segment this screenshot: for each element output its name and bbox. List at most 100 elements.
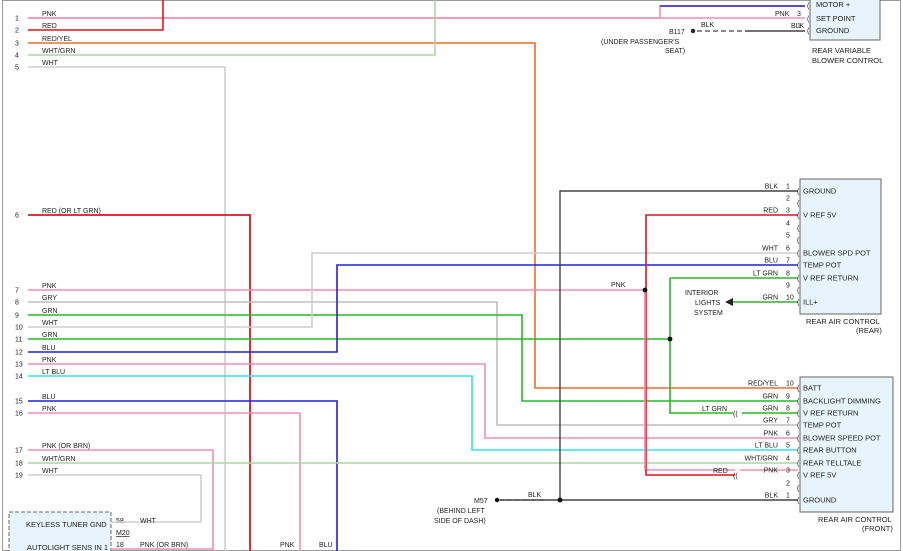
left-pin-number: 13 — [15, 362, 23, 369]
left-pin-number: 18 — [15, 461, 23, 468]
front-pin-number: 3 — [786, 468, 790, 475]
left-wire-label: WHT — [42, 468, 59, 475]
blower-control: MOTOR + SET POINT GROUND PNK 3 BLK 1 ( (… — [697, 0, 883, 65]
front-pin-name: REAR TELLTALE — [803, 459, 861, 468]
ground-m57-id: M57 — [474, 498, 488, 505]
rear-pin-number: 2 — [786, 196, 790, 203]
rear-pin-number: 10 — [786, 295, 794, 302]
rear-pin-number: 7 — [786, 258, 790, 265]
rear-pin-name: V REF RETURN — [803, 274, 858, 283]
interior-lights-1: INTERIOR — [685, 290, 718, 297]
front-pin-number: 9 — [786, 394, 790, 401]
front-pin-number: 4 — [786, 456, 790, 463]
left-wire-label: GRN — [42, 308, 58, 315]
rear-pin-number: 8 — [786, 271, 790, 278]
front-pin-number: 6 — [786, 431, 790, 438]
wire-wht-grn-4 — [28, 0, 436, 56]
blower-pin3-wire: PNK — [775, 11, 790, 18]
front-pin-wire: GRN — [762, 406, 778, 413]
left-pin-number: 17 — [15, 448, 23, 455]
interior-lights-3: SYSTEM — [694, 310, 723, 317]
rear-ac-front-caption-2: (FRONT) — [862, 524, 893, 533]
keyless-autolight-label: AUTOLIGHT SENS IN 1 — [27, 543, 108, 551]
left-pin-number: 16 — [15, 411, 23, 418]
blower-caption-2: BLOWER CONTROL — [812, 56, 883, 65]
front-pin-name: TEMP POT — [803, 421, 842, 430]
rear-pin-number: 6 — [786, 246, 790, 253]
front-pin-name: V REF 5V — [803, 471, 836, 480]
keyless-title: KEYLESS TUNER GND — [26, 520, 107, 529]
front-pin-name: BLOWER SPEED POT — [803, 434, 881, 443]
rear-pin-number: 1 — [786, 184, 790, 191]
rear-pin-number: 3 — [786, 208, 790, 215]
ground-b117-note-2: SEAT) — [665, 48, 685, 55]
splice-pnk-label: PNK — [611, 282, 626, 289]
rear-pin-wire: BLU — [764, 258, 778, 265]
rear-pin-name: GROUND — [803, 187, 837, 196]
interior-lights-arrow — [725, 298, 733, 306]
blower-pin3-num: 3 — [797, 11, 801, 18]
keyless-pin18: 18 — [116, 542, 124, 549]
ground-b117-note-1: (UNDER PASSENGER'S — [601, 39, 680, 46]
left-wire-label: GRN — [42, 332, 58, 339]
front-pin-wire: RED/YEL — [748, 381, 778, 388]
left-pin-number: 15 — [15, 399, 23, 406]
blower-motor-label: MOTOR + — [816, 0, 851, 9]
left-pin-number: 3 — [15, 41, 19, 48]
interior-lights-2: LIGHTS — [695, 300, 721, 307]
front-pin-number: 7 — [786, 418, 790, 425]
blower-set-point-label: SET POINT — [816, 14, 856, 23]
splice-blk — [557, 497, 563, 503]
left-wire-label: WHT/GRN — [42, 456, 75, 463]
ground-b117-wire: BLK — [701, 22, 715, 29]
left-wire-label: PNK — [42, 357, 57, 364]
left-pin-number: 14 — [15, 374, 23, 381]
left-wire-label: LT BLU — [42, 369, 65, 376]
left-wire-label: RED (OR LT GRN) — [42, 208, 101, 215]
left-pin-number: 4 — [15, 53, 19, 60]
left-pin-number: 7 — [15, 288, 19, 295]
front-pin-wire: PNK — [764, 468, 779, 475]
front-red-label: RED — [713, 468, 728, 475]
keyless-wire18: PNK (OR BRN) — [140, 542, 188, 549]
rear-ac-rear-box — [799, 178, 882, 315]
rear-pin-number: 9 — [786, 283, 790, 290]
front-pin-wire: BLK — [765, 493, 779, 500]
left-pin-number: 19 — [15, 473, 23, 480]
rear-pin-wire: RED — [763, 208, 778, 215]
rear-pin-name: V REF 5V — [803, 211, 836, 220]
wire-pnk-1 — [28, 5, 805, 19]
rear-pin-name: ILL+ — [803, 298, 818, 307]
bottom-pnk-label: PNK — [280, 542, 295, 549]
wire-group-top — [28, 0, 805, 551]
left-pin-number: 5 — [15, 65, 19, 72]
front-pin-name: REAR BUTTON — [803, 446, 857, 455]
wire-blk-ground-rear — [559, 190, 798, 500]
ground-b117: B117 BLK (UNDER PASSENGER'S SEAT) — [601, 22, 715, 55]
left-wire-label: RED — [42, 23, 57, 30]
left-wire-label: PNK — [42, 11, 57, 18]
left-pin-number: 10 — [15, 325, 23, 332]
rear-pin-name: BLOWER SPD POT — [803, 249, 871, 258]
rear-ac-front-caption-1: REAR AIR CONTROL — [818, 515, 892, 524]
keyless-tuner: KEYLESS TUNER GND AUTOLIGHT SENS IN 1 58… — [8, 511, 333, 551]
blower-caption-1: REAR VARIABLE — [812, 46, 871, 55]
rear-pin-wire: WHT — [762, 246, 779, 253]
ground-dot-m57 — [494, 497, 500, 503]
ground-m57-note-2: SIDE OF DASH) — [434, 518, 486, 525]
front-pin-wire: LT BLU — [755, 443, 778, 450]
ground-b117-id: B117 — [669, 29, 685, 36]
wire-lt-grn-front-8 — [669, 278, 733, 414]
front-pin-name: V REF RETURN — [803, 409, 858, 418]
front-pin-number: 8 — [786, 406, 790, 413]
front-pin-wire: GRN — [762, 394, 778, 401]
rear-pin-number: 4 — [786, 221, 790, 228]
splice-grn — [667, 336, 673, 342]
left-pin-number: 6 — [15, 213, 19, 220]
left-wire-label: PNK — [42, 406, 57, 413]
blower-ground-label: GROUND — [816, 26, 850, 35]
left-pin-number: 12 — [15, 350, 23, 357]
front-pin-name: GROUND — [803, 496, 837, 505]
interior-lights: INTERIOR LIGHTS SYSTEM — [685, 290, 723, 317]
left-wire-label: WHT — [42, 320, 59, 327]
